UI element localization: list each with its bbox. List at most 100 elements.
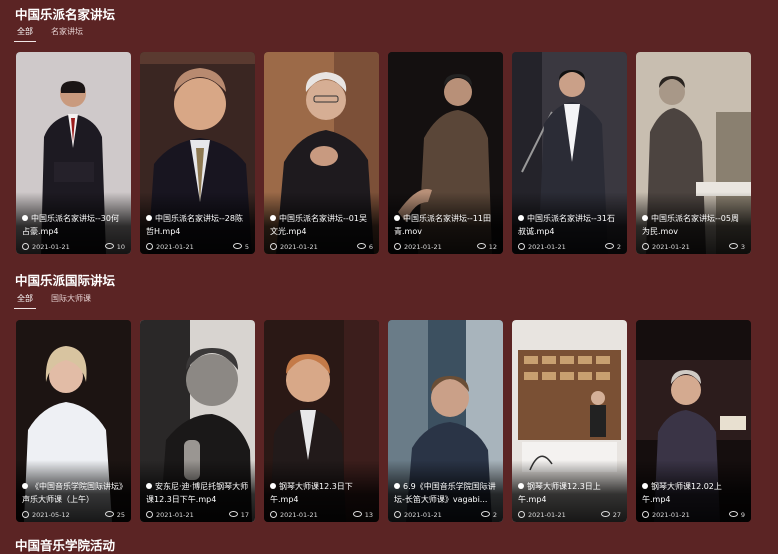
- section-tabs: 全部 国际大师课: [14, 293, 91, 309]
- eye-icon: [352, 511, 362, 517]
- section-activities: 中国音乐学院活动: [0, 533, 778, 553]
- view-count: 3: [740, 243, 745, 251]
- clock-icon: [518, 511, 525, 518]
- date-wrap: 2021-01-21: [270, 511, 318, 519]
- eye-icon: [232, 243, 242, 249]
- view-count: 10: [116, 243, 125, 251]
- video-date: 2021-01-21: [280, 243, 318, 251]
- video-card[interactable]: 钢琴大师课12.02上午.mp4 2021-01-21 9: [636, 320, 751, 522]
- video-card[interactable]: 安东尼·迪·博尼托钢琴大师课12.3日下午.mp4 2021-01-21 17: [140, 320, 255, 522]
- views-wrap: 13: [352, 511, 373, 519]
- video-date: 2021-01-21: [528, 511, 566, 519]
- views-wrap: 17: [228, 511, 249, 519]
- video-date: 2021-01-21: [404, 511, 442, 519]
- section-international-forum: 中国乐派国际讲坛 全部 国际大师课 《中国音乐学院国际讲坛》声乐大师课（上午） …: [0, 268, 778, 528]
- views-wrap: 10: [104, 243, 125, 251]
- view-count: 25: [116, 511, 125, 519]
- view-count: 17: [240, 511, 249, 519]
- views-wrap: 5: [232, 243, 249, 251]
- views-wrap: 27: [600, 511, 621, 519]
- section-tabs: 全部 名家讲坛: [14, 26, 83, 42]
- clock-icon: [642, 511, 649, 518]
- view-count: 2: [616, 243, 621, 251]
- video-title-wrap: 《中国音乐学院国际讲坛》声乐大师课（上午）: [22, 480, 125, 506]
- view-count: 5: [244, 243, 249, 251]
- play-icon: [518, 215, 524, 221]
- video-title-wrap: 中国乐派名家讲坛--05周为民.mov: [642, 212, 745, 238]
- date-wrap: 2021-01-21: [394, 511, 442, 519]
- video-card[interactable]: 6.9《中国音乐学院国际讲坛-长笛大师课》vagabi... 2021-01-2…: [388, 320, 503, 522]
- date-wrap: 2021-01-21: [394, 243, 442, 251]
- video-date: 2021-01-21: [280, 511, 318, 519]
- views-wrap: 2: [480, 511, 497, 519]
- section-title: 中国乐派国际讲坛: [15, 273, 116, 288]
- tab-master-forum[interactable]: 名家讲坛: [51, 26, 83, 42]
- video-title: 中国乐派名家讲坛--11田青.mov: [394, 214, 491, 236]
- section-master-forum: 中国乐派名家讲坛 全部 名家讲坛 中国乐派名家讲坛--30何占豪.mp4 202…: [0, 0, 778, 265]
- video-date: 2021-01-21: [652, 511, 690, 519]
- eye-icon: [356, 243, 366, 249]
- eye-icon: [728, 511, 738, 517]
- view-count: 6: [368, 243, 373, 251]
- video-meta: 2021-01-21 10: [22, 243, 125, 251]
- video-card[interactable]: 中国乐派名家讲坛--28陈哲H.mp4 2021-01-21 5: [140, 52, 255, 254]
- video-date: 2021-01-21: [404, 243, 442, 251]
- eye-icon: [600, 511, 610, 517]
- video-card[interactable]: 中国乐派名家讲坛--31石叔诚.mp4 2021-01-21 2: [512, 52, 627, 254]
- eye-icon: [104, 511, 114, 517]
- video-title-wrap: 钢琴大师课12.3日下午.mp4: [270, 480, 373, 506]
- clock-icon: [518, 243, 525, 250]
- video-title: 6.9《中国音乐学院国际讲坛-长笛大师课》vagabi...: [394, 482, 496, 504]
- date-wrap: 2021-01-21: [518, 511, 566, 519]
- video-title-wrap: 6.9《中国音乐学院国际讲坛-长笛大师课》vagabi...: [394, 480, 497, 506]
- video-card[interactable]: 钢琴大师课12.3日上午.mp4 2021-01-21 27: [512, 320, 627, 522]
- video-meta: 2021-01-21 9: [642, 511, 745, 519]
- view-count: 9: [740, 511, 745, 519]
- views-wrap: 3: [728, 243, 745, 251]
- video-title: 中国乐派名家讲坛--01吴文光.mp4: [270, 214, 367, 236]
- views-wrap: 6: [356, 243, 373, 251]
- views-wrap: 2: [604, 243, 621, 251]
- date-wrap: 2021-01-21: [642, 511, 690, 519]
- clock-icon: [146, 243, 153, 250]
- video-title: 钢琴大师课12.02上午.mp4: [642, 482, 722, 504]
- video-meta: 2021-01-21 6: [270, 243, 373, 251]
- play-icon: [146, 483, 152, 489]
- tab-all[interactable]: 全部: [14, 26, 36, 42]
- tab-international-masterclass[interactable]: 国际大师课: [51, 293, 91, 309]
- video-card[interactable]: 中国乐派名家讲坛--01吴文光.mp4 2021-01-21 6: [264, 52, 379, 254]
- video-meta: 2021-01-21 12: [394, 243, 497, 251]
- video-date: 2021-01-21: [528, 243, 566, 251]
- date-wrap: 2021-01-21: [642, 243, 690, 251]
- eye-icon: [604, 243, 614, 249]
- date-wrap: 2021-01-21: [146, 243, 194, 251]
- video-title: 中国乐派名家讲坛--31石叔诚.mp4: [518, 214, 615, 236]
- video-card[interactable]: 钢琴大师课12.3日下午.mp4 2021-01-21 13: [264, 320, 379, 522]
- video-title: 钢琴大师课12.3日下午.mp4: [270, 482, 353, 504]
- video-title: 《中国音乐学院国际讲坛》声乐大师课（上午）: [22, 482, 123, 504]
- video-title-wrap: 中国乐派名家讲坛--01吴文光.mp4: [270, 212, 373, 238]
- video-title-wrap: 安东尼·迪·博尼托钢琴大师课12.3日下午.mp4: [146, 480, 249, 506]
- video-card[interactable]: 《中国音乐学院国际讲坛》声乐大师课（上午） 2021-05-12 25: [16, 320, 131, 522]
- clock-icon: [146, 511, 153, 518]
- video-meta: 2021-01-21 2: [394, 511, 497, 519]
- video-card[interactable]: 中国乐派名家讲坛--11田青.mov 2021-01-21 12: [388, 52, 503, 254]
- date-wrap: 2021-05-12: [22, 511, 70, 519]
- tab-all[interactable]: 全部: [14, 293, 36, 309]
- video-date: 2021-01-21: [156, 243, 194, 251]
- video-title-wrap: 中国乐派名家讲坛--28陈哲H.mp4: [146, 212, 249, 238]
- date-wrap: 2021-01-21: [270, 243, 318, 251]
- video-card[interactable]: 中国乐派名家讲坛--05周为民.mov 2021-01-21 3: [636, 52, 751, 254]
- video-card[interactable]: 中国乐派名家讲坛--30何占豪.mp4 2021-01-21 10: [16, 52, 131, 254]
- video-meta: 2021-01-21 17: [146, 511, 249, 519]
- video-card-list: 《中国音乐学院国际讲坛》声乐大师课（上午） 2021-05-12 25 安东尼·…: [16, 320, 751, 522]
- view-count: 27: [612, 511, 621, 519]
- eye-icon: [728, 243, 738, 249]
- views-wrap: 25: [104, 511, 125, 519]
- view-count: 12: [488, 243, 497, 251]
- section-title: 中国乐派名家讲坛: [15, 7, 116, 22]
- video-title: 中国乐派名家讲坛--28陈哲H.mp4: [146, 214, 243, 236]
- play-icon: [146, 215, 152, 221]
- video-meta: 2021-01-21 3: [642, 243, 745, 251]
- video-title: 中国乐派名家讲坛--30何占豪.mp4: [22, 214, 119, 236]
